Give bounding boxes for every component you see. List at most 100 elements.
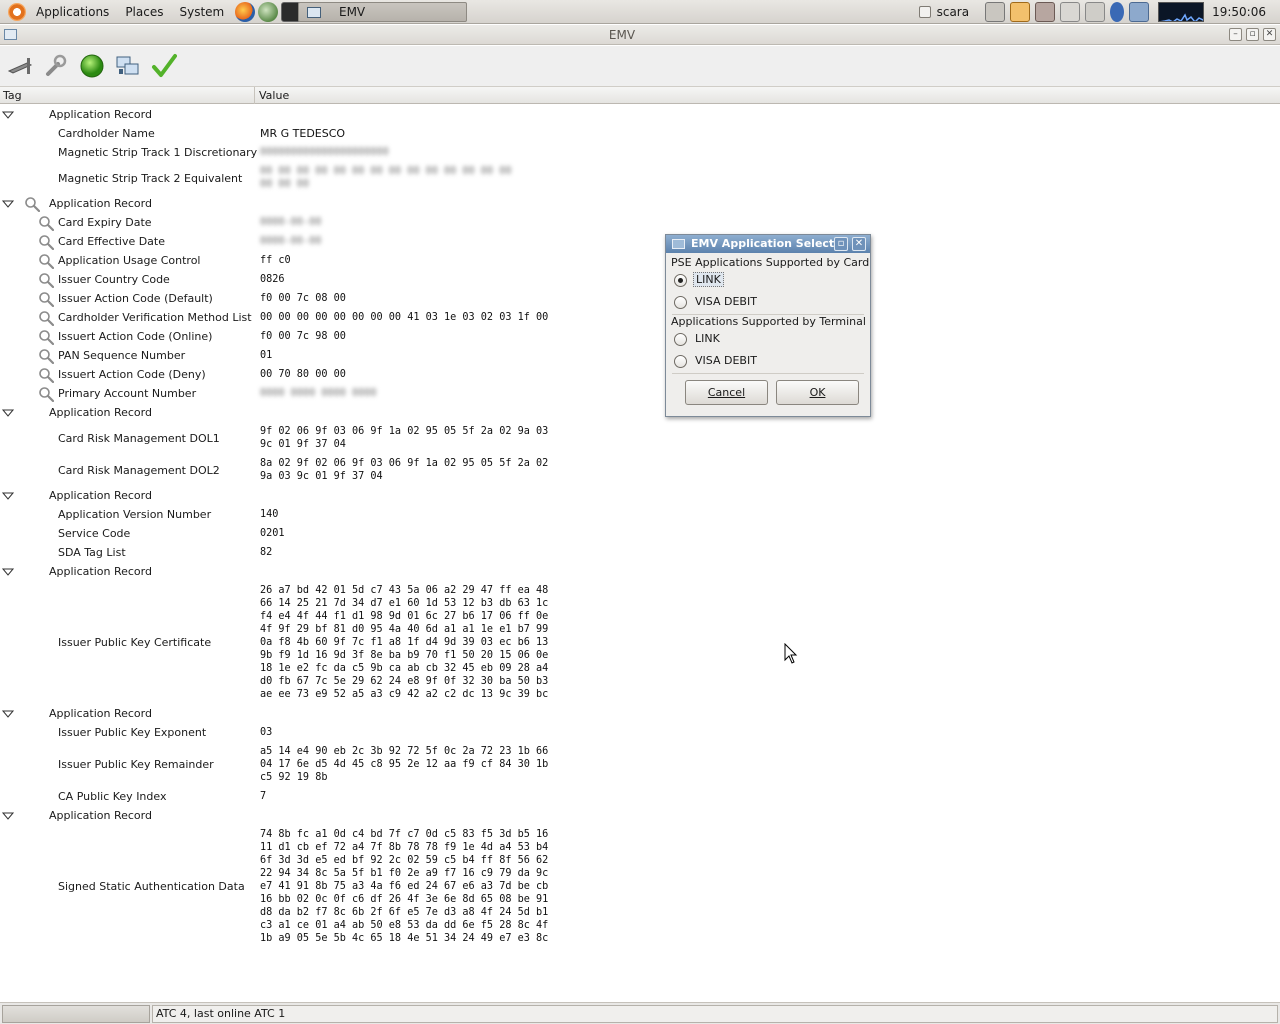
tag-label: Issuer Public Key Remainder	[58, 758, 214, 771]
clock[interactable]: 19:50:06	[1212, 5, 1266, 19]
tree-item-row[interactable]: Issuer Public Key Certificate 26 a7 bd 42…	[0, 581, 1280, 704]
tag-value: MR G TEDESCO	[260, 127, 346, 140]
download-icon[interactable]	[1035, 2, 1056, 22]
magnifier-icon	[39, 348, 54, 364]
dialog-titlebar[interactable]: EMV Application Select ▫ ✕	[666, 235, 870, 253]
tree-item-row[interactable]: Signed Static Authentication Data 74 8b f…	[0, 825, 1280, 948]
close-button[interactable]: ✕	[1263, 28, 1276, 41]
tree-item-row[interactable]: Issuert Action Code (Deny) 00 70 80 00 00	[0, 365, 1280, 384]
dialog-close-button[interactable]: ✕	[852, 237, 866, 251]
tree-record-row[interactable]: Application Record	[0, 194, 1280, 213]
tree-item-row[interactable]: Issuer Public Key Remainder a5 14 e4 90 e…	[0, 742, 1280, 787]
tree-item-row[interactable]: Issuert Action Code (Online) f0 00 7c 98 …	[0, 327, 1280, 346]
tag-label: Signed Static Authentication Data	[58, 880, 245, 893]
user-checkbox[interactable]	[918, 6, 931, 18]
tree-item-row[interactable]: Card Risk Management DOL2 8a 02 9f 02 06 …	[0, 454, 1280, 486]
tree-item-row[interactable]: Cardholder Verification Method List 00 00…	[0, 308, 1280, 327]
expander-triangle-icon[interactable]	[2, 567, 14, 577]
tag-label: Service Code	[58, 527, 131, 540]
tree-item-row[interactable]: PAN Sequence Number 01	[0, 346, 1280, 365]
x-tools-icon[interactable]	[1010, 2, 1031, 22]
maximize-button[interactable]: ▫	[1246, 28, 1259, 41]
emv-tree[interactable]: Application Record Cardholder Name MR G TE…	[0, 105, 1280, 1000]
card-link-radio[interactable]	[674, 274, 687, 287]
ubuntu-logo-icon[interactable]	[8, 2, 26, 21]
disk-icon[interactable]	[985, 2, 1006, 22]
tree-item-row[interactable]: Magnetic Strip Track 2 Equivalent 00 00 0…	[0, 162, 1280, 194]
pointer-icon[interactable]	[1060, 2, 1081, 22]
tag-label: CA Public Key Index	[58, 790, 167, 803]
taskbar-emv-button[interactable]: EMV	[298, 2, 467, 22]
system-monitor-graph[interactable]	[1158, 2, 1205, 22]
connect-button[interactable]	[78, 52, 106, 80]
terminal-section-label: Applications Supported by Terminal	[671, 315, 866, 328]
tag-value: 00 00 00 00 00 00 00 00 00 00 00 00 00 0…	[260, 166, 512, 190]
expander-triangle-icon[interactable]	[2, 709, 14, 719]
workspace-switcher-icon[interactable]	[1129, 2, 1150, 22]
tag-label: Issuert Action Code (Online)	[58, 330, 213, 343]
tree-record-row[interactable]: Application Record	[0, 403, 1280, 422]
tree-record-row[interactable]: Application Record	[0, 704, 1280, 723]
network-globe-icon[interactable]	[258, 1, 279, 22]
tag-value: a5 14 e4 90 eb 2c 3b 92 72 5f 0c 2a 72 2…	[260, 746, 549, 783]
tag-label: Card Effective Date	[58, 235, 166, 248]
system-menu[interactable]: System	[171, 0, 232, 24]
tree-item-row[interactable]: Issuer Action Code (Default) f0 00 7c 08 …	[0, 289, 1280, 308]
tree-item-row[interactable]: Service Code 0201	[0, 524, 1280, 543]
firefox-icon[interactable]	[235, 1, 256, 22]
value-column-header[interactable]: Value	[259, 88, 289, 103]
card-reader-button[interactable]	[6, 52, 34, 80]
bluetooth-icon[interactable]	[1110, 2, 1125, 22]
terminal-visa-debit-label[interactable]: VISA DEBIT	[693, 354, 759, 367]
verify-button[interactable]	[150, 52, 178, 80]
tag-label: Application Version Number	[58, 508, 212, 521]
tree-item-row[interactable]: Cardholder Name MR G TEDESCO	[0, 124, 1280, 143]
tag-value: 01	[260, 350, 273, 361]
terminal-link-radio[interactable]	[674, 333, 687, 346]
tree-record-row[interactable]: Application Record	[0, 105, 1280, 124]
network-icon	[116, 56, 139, 75]
cancel-button[interactable]: Cancel	[685, 380, 768, 405]
network-button[interactable]	[114, 52, 142, 80]
tree-item-row[interactable]: Card Risk Management DOL1 9f 02 06 9f 03 …	[0, 422, 1280, 454]
window-titlebar[interactable]: EMV – ▫ ✕	[0, 25, 1280, 45]
expander-triangle-icon[interactable]	[2, 491, 14, 501]
minimize-button[interactable]: –	[1229, 28, 1242, 41]
tree-item-row[interactable]: SDA Tag List 82	[0, 543, 1280, 562]
column-separator[interactable]	[254, 87, 255, 104]
tag-column-header[interactable]: Tag	[3, 88, 22, 103]
expander-triangle-icon[interactable]	[2, 110, 14, 120]
tree-record-row[interactable]: Application Record	[0, 562, 1280, 581]
user-name[interactable]: scara	[937, 5, 970, 19]
tree-item-row[interactable]: Card Effective Date 0000-00-00	[0, 232, 1280, 251]
card-visa-debit-radio[interactable]	[674, 296, 687, 309]
volume-icon[interactable]	[1085, 2, 1106, 22]
tag-value: 82	[260, 547, 273, 558]
tree-item-row[interactable]: Magnetic Strip Track 1 Discretionary 0000…	[0, 143, 1280, 162]
expander-triangle-icon[interactable]	[2, 811, 14, 821]
tag-value: f0 00 7c 98 00	[260, 331, 346, 342]
expander-triangle-icon[interactable]	[2, 408, 14, 418]
tree-item-row[interactable]: Issuer Public Key Exponent 03	[0, 723, 1280, 742]
tree-item-row[interactable]: Card Expiry Date 0000-00-00	[0, 213, 1280, 232]
card-link-label[interactable]: LINK	[693, 272, 724, 287]
tools-button[interactable]	[42, 52, 70, 80]
tree-item-row[interactable]: Application Version Number 140	[0, 505, 1280, 524]
tree-record-row[interactable]: Application Record	[0, 806, 1280, 825]
card-visa-debit-label[interactable]: VISA DEBIT	[693, 295, 759, 308]
dialog-maximize-button[interactable]: ▫	[834, 237, 848, 251]
terminal-visa-debit-radio[interactable]	[674, 355, 687, 368]
tree-item-row[interactable]: Application Usage Control ff c0	[0, 251, 1280, 270]
tag-label: Magnetic Strip Track 1 Discretionary	[58, 146, 258, 159]
terminal-link-label[interactable]: LINK	[693, 332, 722, 345]
places-menu[interactable]: Places	[117, 0, 171, 24]
tree-item-row[interactable]: CA Public Key Index 7	[0, 787, 1280, 806]
ok-button[interactable]: OK	[776, 380, 859, 405]
expander-triangle-icon[interactable]	[2, 199, 14, 209]
tree-item-row[interactable]: Primary Account Number 0000 0000 0000 000…	[0, 384, 1280, 403]
tree-record-row[interactable]: Application Record	[0, 486, 1280, 505]
applications-menu[interactable]: Applications	[28, 0, 117, 24]
tag-label: Issuer Country Code	[58, 273, 170, 286]
tree-item-row[interactable]: Issuer Country Code 0826	[0, 270, 1280, 289]
window-icon	[307, 6, 321, 18]
